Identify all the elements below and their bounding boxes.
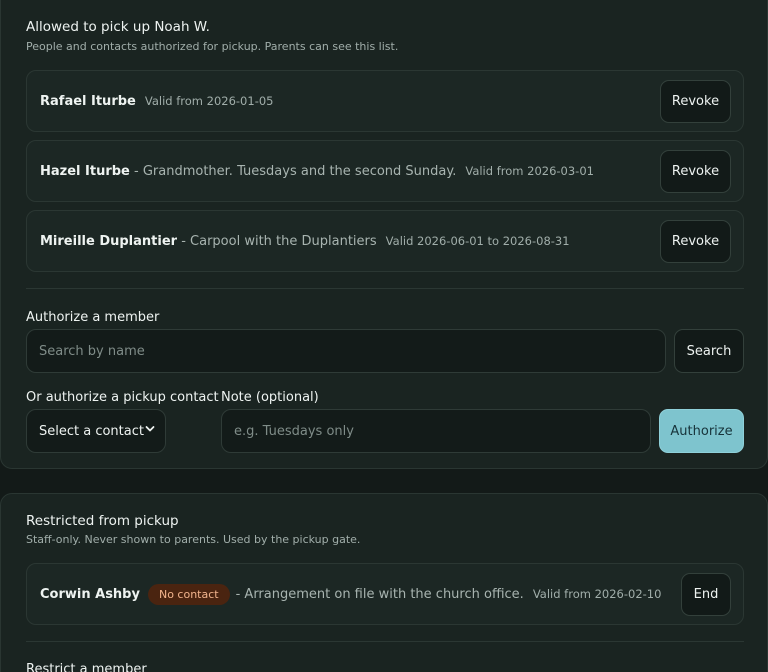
restricted-valid: Valid from 2026-02-10	[532, 587, 662, 601]
note-input[interactable]	[221, 409, 651, 453]
authorized-valid: Valid from 2026-03-01	[465, 164, 594, 178]
chevron-down-icon	[145, 426, 155, 432]
authorized-name: Mireille Duplantier	[40, 233, 178, 249]
restricted-row: Corwin Ashby No contact - Arrangement on…	[26, 563, 744, 625]
revoke-button[interactable]: Revoke	[660, 150, 731, 193]
row-separator: -	[129, 163, 143, 179]
revoke-button[interactable]: Revoke	[660, 220, 731, 263]
authorized-row: Mireille Duplantier - Carpool with the D…	[26, 210, 744, 272]
restricted-title: Restricted from pickup	[26, 513, 179, 529]
restricted-name: Corwin Ashby	[40, 586, 140, 602]
row-separator: -	[235, 586, 245, 602]
authorize-button[interactable]: Authorize	[659, 409, 744, 453]
authorized-valid: Valid 2026-06-01 to 2026-08-31	[385, 234, 570, 248]
note-label: Note (optional)	[221, 390, 319, 405]
allowed-subtitle: People and contacts authorized for picku…	[26, 40, 399, 53]
revoke-button[interactable]: Revoke	[660, 80, 731, 123]
authorized-description: Carpool with the Duplantiers	[190, 233, 377, 249]
allowed-pickup-panel: Allowed to pick up Noah W. People and co…	[0, 0, 768, 469]
end-restriction-button[interactable]: End	[681, 573, 731, 616]
authorized-valid: Valid from 2026-01-05	[144, 94, 274, 108]
authorized-row: Rafael Iturbe Valid from 2026-01-05 Revo…	[26, 70, 744, 132]
contact-select[interactable]: Select a contact	[26, 409, 166, 453]
authorized-row: Hazel Iturbe - Grandmother. Tuesdays and…	[26, 140, 744, 202]
authorize-contact-label: Or authorize a pickup contact	[26, 390, 219, 405]
authorized-name: Rafael Iturbe	[40, 93, 136, 109]
restricted-description: Arrangement on file with the church offi…	[244, 586, 524, 602]
search-button[interactable]: Search	[674, 329, 744, 373]
contact-select-value: Select a contact	[39, 423, 144, 439]
row-separator: -	[177, 233, 191, 249]
authorized-description: Grandmother. Tuesdays and the second Sun…	[142, 163, 457, 179]
authorize-member-label: Authorize a member	[26, 310, 160, 325]
section-divider	[26, 288, 744, 289]
restricted-pickup-panel: Restricted from pickup Staff-only. Never…	[0, 493, 768, 672]
authorized-name: Hazel Iturbe	[40, 163, 130, 179]
member-search-input[interactable]	[26, 329, 666, 373]
allowed-title: Allowed to pick up Noah W.	[26, 19, 210, 35]
restrict-member-label: Restrict a member	[26, 662, 147, 672]
section-divider	[26, 641, 744, 642]
no-contact-badge: No contact	[147, 583, 230, 605]
restricted-subtitle: Staff-only. Never shown to parents. Used…	[26, 533, 361, 546]
